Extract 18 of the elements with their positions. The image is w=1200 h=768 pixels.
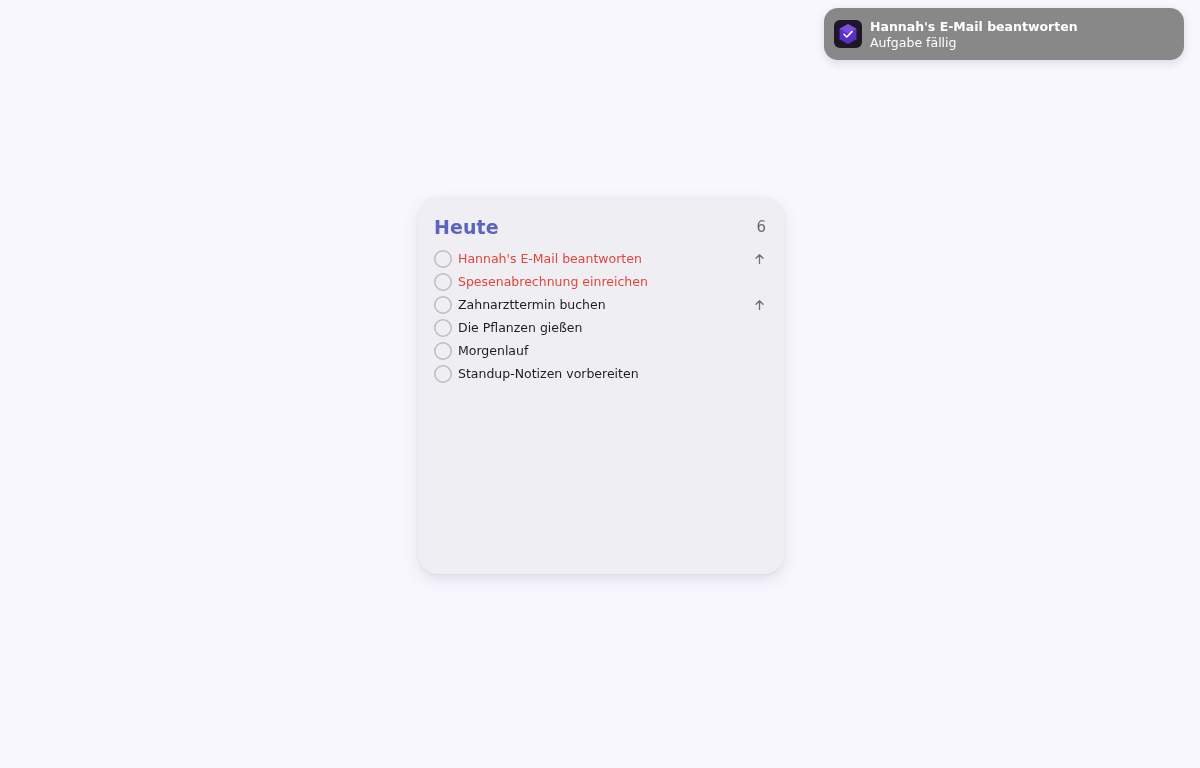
notification-subtitle: Aufgabe fällig <box>870 34 958 50</box>
empty-circle-icon[interactable] <box>434 272 452 291</box>
empty-circle-icon[interactable] <box>434 295 452 314</box>
notification-title: Hannah's E-Mail beantworten <box>870 18 1078 34</box>
empty-circle-icon[interactable] <box>434 364 452 383</box>
task-label[interactable]: Morgenlauf <box>458 343 766 358</box>
task-label[interactable]: Standup-Notizen vorbereiten <box>458 366 766 381</box>
empty-circle-icon[interactable] <box>434 341 452 360</box>
widget-title: Heute <box>434 216 499 238</box>
task-label[interactable]: Hannah's E-Mail beantworten <box>458 251 755 266</box>
task-count: 6 <box>756 218 766 236</box>
task-label[interactable]: Die Pflanzen gießen <box>458 320 766 335</box>
empty-circle-icon[interactable] <box>434 318 452 337</box>
hexagon-check-icon <box>834 20 862 48</box>
task-label[interactable]: Zahnarzttermin buchen <box>458 297 755 312</box>
empty-circle-icon[interactable] <box>434 249 452 268</box>
task-label[interactable]: Spesenabrechnung einreichen <box>458 274 766 289</box>
notification-banner[interactable]: Hannah's E-Mail beantworten Aufgabe fällig <box>824 8 1184 60</box>
